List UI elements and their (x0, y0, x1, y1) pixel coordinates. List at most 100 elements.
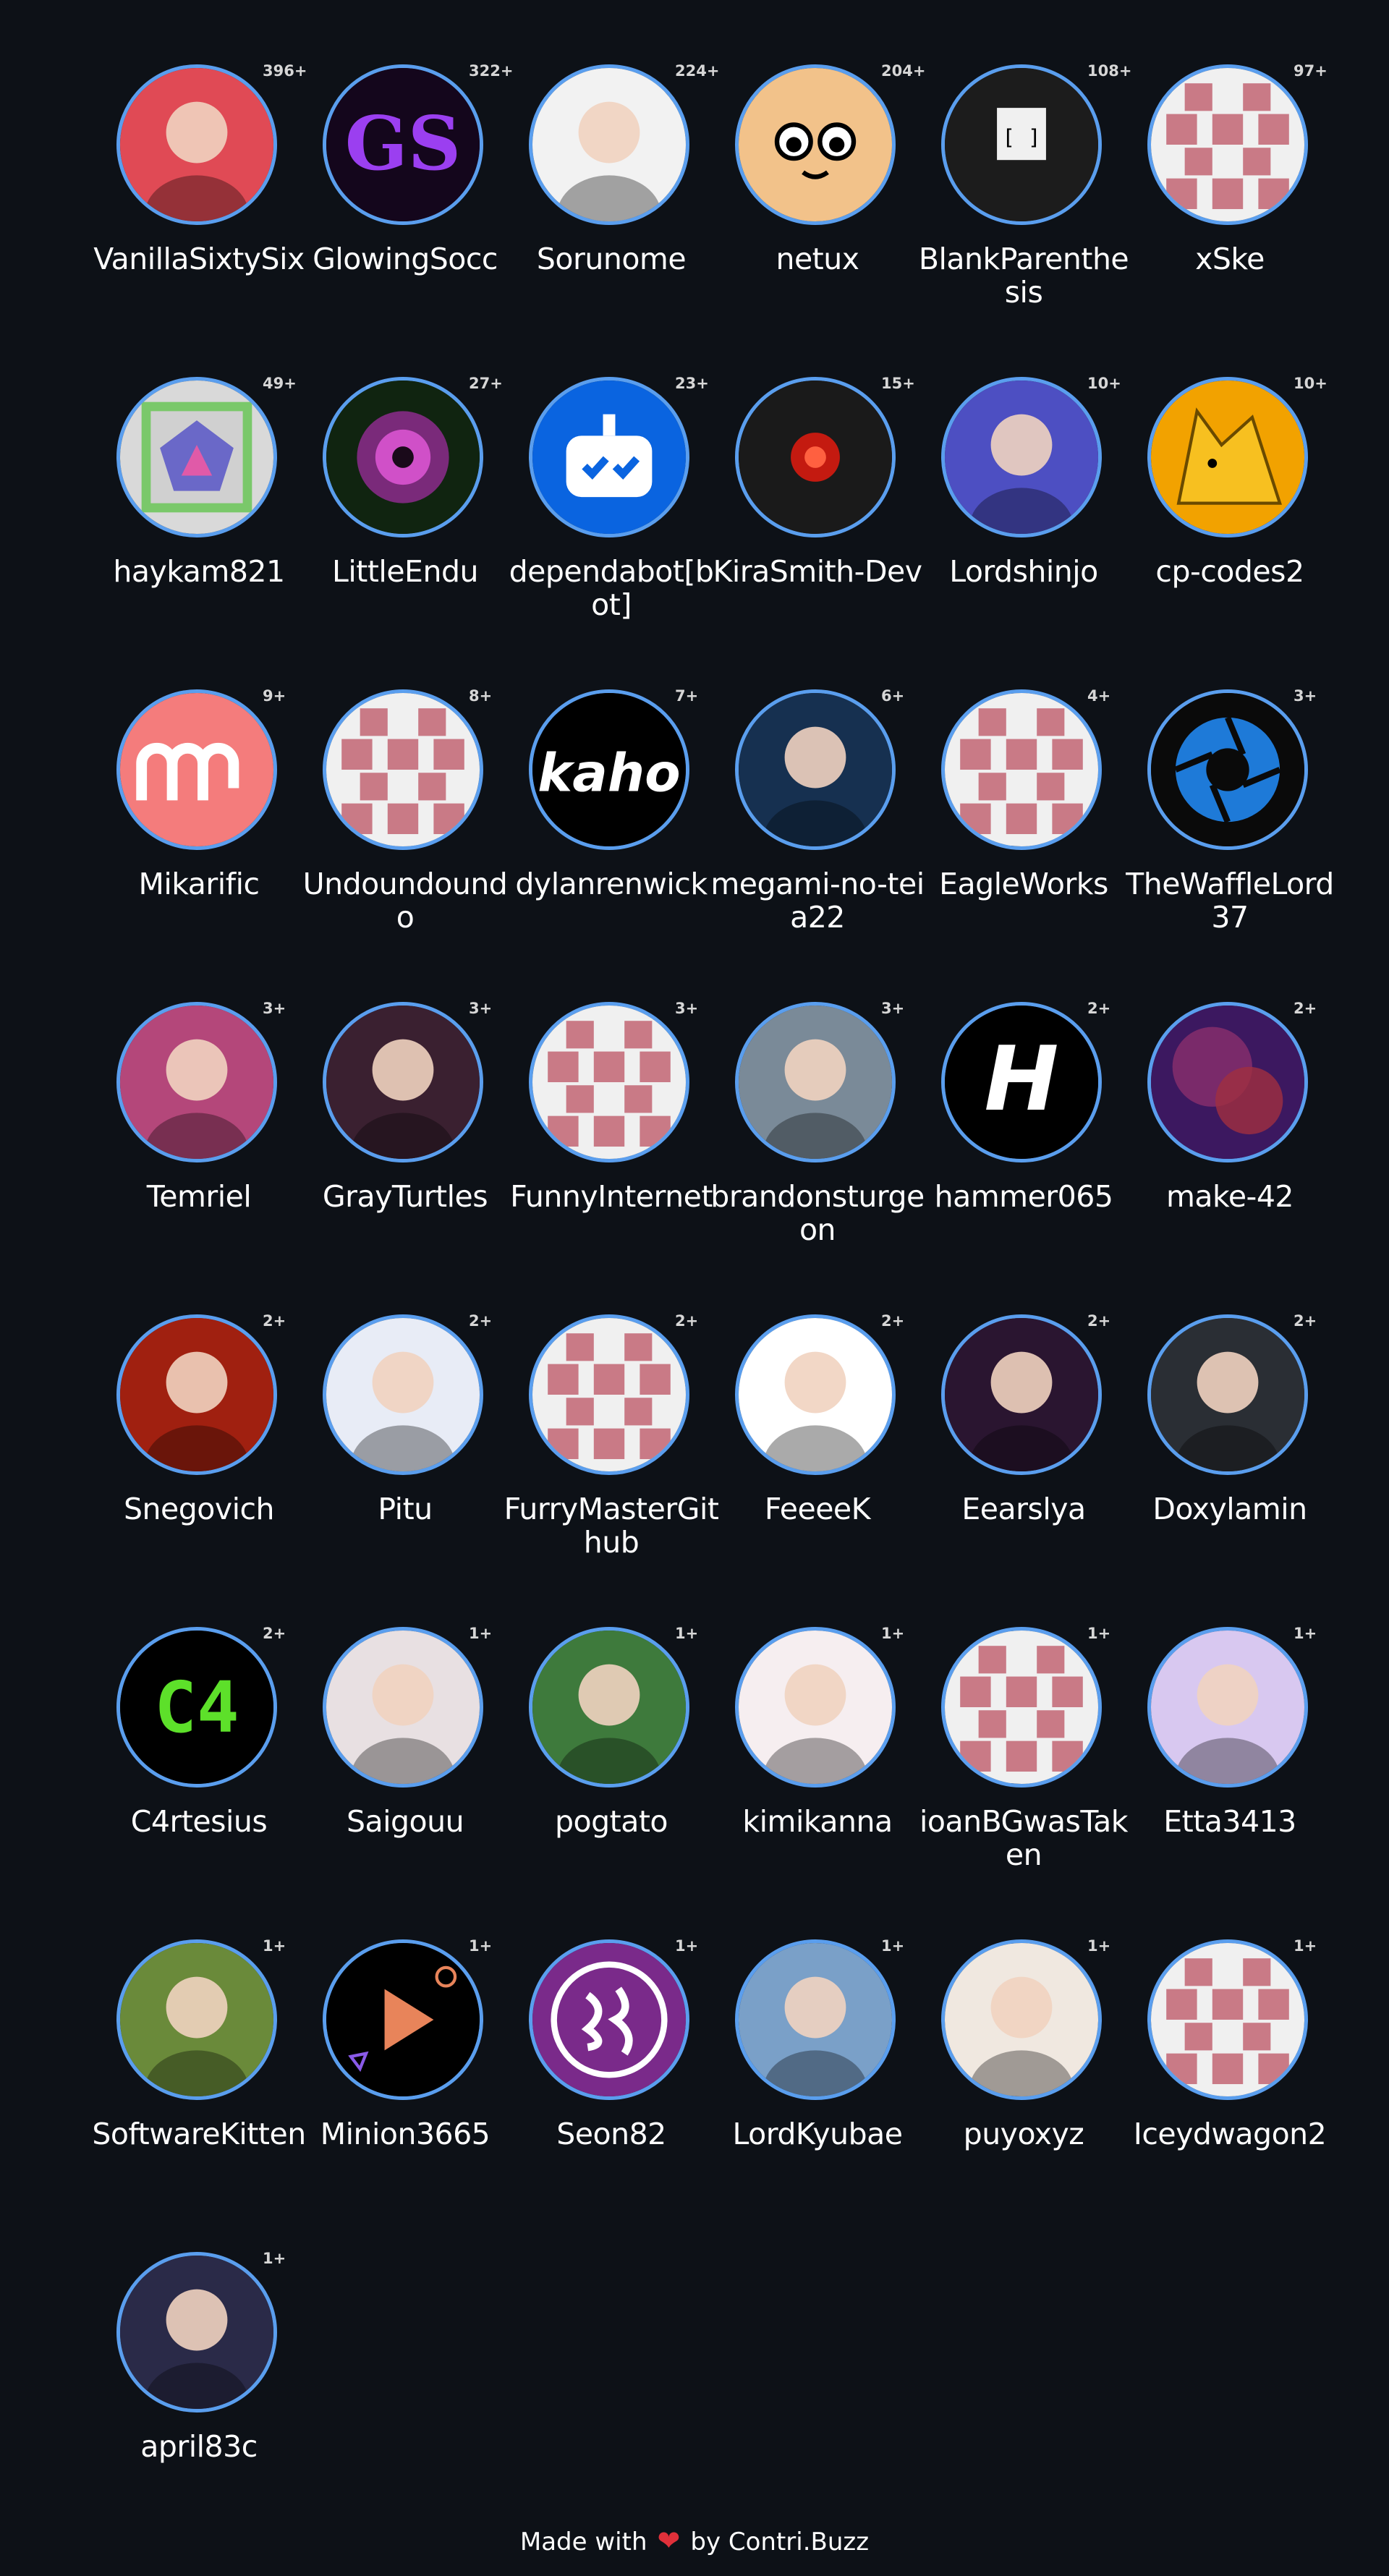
contributor-card[interactable]: C4 2+ C4rtesius (96, 1625, 302, 1902)
contributor-card[interactable]: 97+ xSke (1127, 62, 1333, 339)
anime-blue-hair-icon[interactable] (941, 377, 1102, 537)
robot-icon[interactable] (529, 377, 689, 537)
contributor-name[interactable]: april83c (89, 2430, 309, 2463)
contributor-card[interactable]: 1+ Etta3413 (1127, 1625, 1333, 1902)
cat-photo-icon[interactable] (323, 1627, 483, 1788)
anime-dark-hair-icon[interactable] (116, 2252, 277, 2413)
contributor-card[interactable]: 1+ pogtato (509, 1625, 714, 1902)
contributor-name[interactable]: FeeeeK (708, 1492, 927, 1526)
contributor-name[interactable]: netux (708, 242, 927, 276)
kaho-logo-icon[interactable]: kaho (529, 689, 689, 850)
contributor-name[interactable]: GrayTurtles (295, 1180, 515, 1213)
contributor-name[interactable]: ioanBGwasTaken (914, 1805, 1134, 1871)
bearded-cartoon-icon[interactable] (735, 1939, 896, 2100)
h-logo-icon[interactable]: H (941, 1002, 1102, 1162)
contributor-card[interactable]: H 2+ hammer065 (921, 1000, 1126, 1277)
contributor-card[interactable]: 2+ Snegovich (96, 1312, 302, 1589)
contributor-name[interactable]: Temriel (89, 1180, 309, 1213)
contributor-card[interactable]: 1+ ioanBGwasTaken (919, 1625, 1128, 1902)
contributor-card[interactable]: 224+ Sorunome (509, 62, 719, 339)
nebula-icon[interactable] (1147, 1002, 1308, 1162)
contributor-name[interactable]: megami-no-teia22 (708, 867, 927, 934)
contributor-card[interactable]: 1+ kimikanna (715, 1625, 920, 1902)
person-photo-icon[interactable] (735, 1002, 896, 1162)
contributor-card[interactable]: 3+ GrayTurtles (302, 1000, 508, 1277)
purple-emblem-icon[interactable] (529, 1939, 689, 2100)
contributor-name[interactable]: puyoxyz (914, 2117, 1134, 2151)
contributor-name[interactable]: Snegovich (89, 1492, 309, 1526)
contributor-card[interactable]: 10+ Lordshinjo (921, 375, 1126, 652)
contributor-name[interactable]: hammer065 (914, 1180, 1134, 1213)
contributor-card[interactable]: 49+ haykam821 (96, 375, 302, 652)
contributor-name[interactable]: Doxylamin (1120, 1492, 1340, 1526)
llama-photo-icon[interactable] (116, 1939, 277, 2100)
identicon-icon[interactable] (323, 689, 483, 850)
cartoon-face-icon[interactable] (735, 64, 896, 225)
purple-fox-icon[interactable] (1147, 1627, 1308, 1788)
contributor-name[interactable]: C4rtesius (89, 1805, 309, 1838)
contributor-card[interactable]: 1+ april83c (96, 2250, 302, 2527)
retro-character-icon[interactable] (323, 1002, 483, 1162)
contributor-name[interactable]: Undoundoundo (295, 867, 515, 934)
contributor-name[interactable]: Sorunome (501, 242, 721, 276)
hamster-photo-icon[interactable] (529, 1627, 689, 1788)
contributor-card[interactable]: 9+ Mikarific (96, 687, 302, 964)
identicon-icon[interactable] (529, 1002, 689, 1162)
contributor-name[interactable]: haykam821 (89, 555, 309, 588)
contributor-card[interactable]: 204+ netux (715, 62, 925, 339)
contributor-card[interactable]: 23+ dependabot[bot] (509, 375, 714, 652)
contributor-card[interactable]: [ ] 108+ BlankParenthesis (919, 62, 1132, 339)
contributor-name[interactable]: xSke (1120, 242, 1340, 276)
mandala-icon[interactable] (323, 377, 483, 537)
contributor-card[interactable]: 3+ FunnyInternet (509, 1000, 714, 1277)
anime-flowers-icon[interactable] (735, 1627, 896, 1788)
contributor-name[interactable]: Mikarific (89, 867, 309, 901)
pentagon-icon[interactable] (116, 377, 277, 537)
monochrome-figure-icon[interactable]: [ ] (941, 64, 1102, 225)
contributor-name[interactable]: LordKyubae (708, 2117, 927, 2151)
blue-character-icon[interactable] (735, 689, 896, 850)
contributor-card[interactable]: 1+ Iceydwagon2 (1127, 1937, 1333, 2214)
contributor-name[interactable]: Iceydwagon2 (1120, 2117, 1340, 2151)
contributor-name[interactable]: GlowingSocc (295, 242, 515, 276)
contributor-name[interactable]: Minion3665 (295, 2117, 515, 2151)
contributor-card[interactable]: 1+ Minion3665 (302, 1937, 508, 2214)
contributor-name[interactable]: KiraSmith-Dev (708, 555, 927, 588)
contributor-name[interactable]: Seon82 (501, 2117, 721, 2151)
contributor-name[interactable]: VanillaSixtySix (89, 242, 309, 276)
contributor-card[interactable]: 2+ Eearslya (921, 1312, 1126, 1589)
contributor-name[interactable]: Saigouu (295, 1805, 515, 1838)
logo-mr-icon[interactable] (116, 689, 277, 850)
contributor-name[interactable]: cp-codes2 (1120, 555, 1340, 588)
contributor-card[interactable]: 396+ VanillaSixtySix (93, 62, 307, 339)
contributor-card[interactable]: 15+ KiraSmith-Dev (713, 375, 922, 652)
contributor-name[interactable]: EagleWorks (914, 867, 1134, 901)
contributor-card[interactable]: 2+ make-42 (1127, 1000, 1333, 1277)
red-eye-icon[interactable] (735, 377, 896, 537)
contributor-card[interactable]: 2+ FurryMasterGithub (504, 1312, 719, 1589)
contributor-card[interactable]: 1+ Saigouu (302, 1625, 508, 1902)
contributor-card[interactable]: 1+ SoftwareKitten (92, 1937, 306, 2214)
contributor-name[interactable]: kimikanna (708, 1805, 927, 1838)
contributor-card[interactable]: 1+ LordKyubae (715, 1937, 920, 2214)
by-contri-buzz-link[interactable]: by Contri.Buzz (690, 2528, 869, 2556)
contributor-name[interactable]: brandonsturgeon (708, 1180, 927, 1246)
play-logo-icon[interactable] (323, 1939, 483, 2100)
glasses-girl-icon[interactable] (941, 1939, 1102, 2100)
c4-logo-icon[interactable]: C4 (116, 1627, 277, 1788)
contributor-card[interactable]: 3+ Temriel (96, 1000, 302, 1277)
fox-icon[interactable] (1147, 377, 1308, 537)
contributor-name[interactable]: dependabot[bot] (501, 555, 721, 621)
contributor-name[interactable]: Eearslya (914, 1492, 1134, 1526)
contributor-name[interactable]: dylanrenwick (501, 867, 721, 901)
identicon-icon[interactable] (941, 689, 1102, 850)
contributor-name[interactable]: FunnyInternet (501, 1180, 721, 1213)
identicon-icon[interactable] (1147, 1939, 1308, 2100)
contributor-name[interactable]: LittleEndu (295, 555, 515, 588)
contributor-card[interactable]: 10+ cp-codes2 (1127, 375, 1333, 652)
contributor-name[interactable]: Pitu (295, 1492, 515, 1526)
contributor-card[interactable]: GS 322+ GlowingSocc (302, 62, 513, 339)
gs-logo-icon[interactable]: GS (323, 64, 483, 225)
contributor-name[interactable]: Etta3413 (1120, 1805, 1340, 1838)
identicon-icon[interactable] (941, 1627, 1102, 1788)
